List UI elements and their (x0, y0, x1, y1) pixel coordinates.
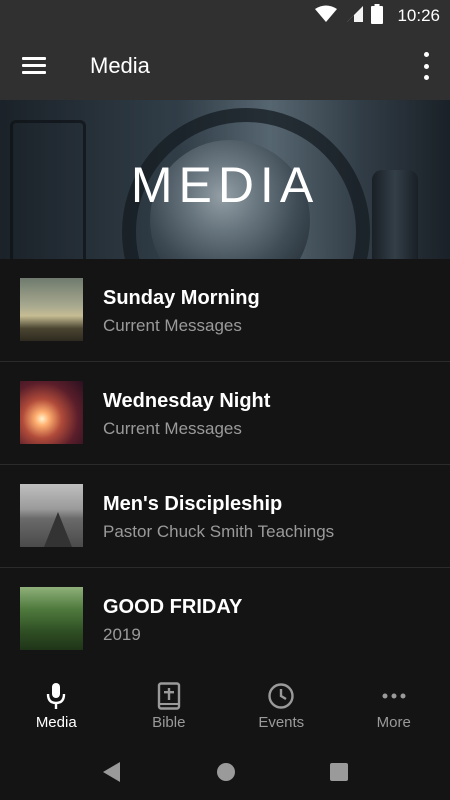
app-bar: Media (0, 32, 450, 100)
nav-item-events[interactable]: Events (225, 670, 338, 744)
nav-label: More (376, 714, 411, 731)
list-item-title: Sunday Morning (103, 287, 260, 309)
list-item[interactable]: Wednesday Night Current Messages (0, 362, 450, 465)
thumbnail-image (20, 278, 83, 341)
wifi-icon (315, 5, 338, 28)
microphone-icon (43, 682, 69, 715)
list-item-title: GOOD FRIDAY (103, 596, 243, 618)
bottom-navigation: Media Bible Events More (0, 670, 450, 744)
thumbnail-image (20, 484, 83, 547)
media-list: Sunday Morning Current Messages Wednesda… (0, 259, 450, 671)
recents-icon[interactable] (328, 760, 350, 789)
thumbnail-image (20, 381, 83, 444)
nav-item-bible[interactable]: Bible (113, 670, 226, 744)
back-icon[interactable] (100, 760, 122, 789)
nav-item-more[interactable]: More (338, 670, 450, 744)
cell-signal-icon (345, 5, 364, 28)
nav-label: Media (35, 714, 77, 731)
status-time: 10:26 (397, 6, 440, 25)
list-item[interactable]: Sunday Morning Current Messages (0, 259, 450, 362)
list-item-subtitle: Current Messages (103, 419, 242, 438)
home-icon[interactable] (215, 760, 237, 789)
nav-label: Bible (152, 714, 186, 731)
battery-icon (371, 3, 384, 29)
list-item-title: Wednesday Night (103, 390, 271, 412)
list-item-title: Men's Discipleship (103, 493, 283, 515)
hamburger-menu-icon[interactable] (22, 54, 48, 78)
nav-item-media[interactable]: Media (0, 670, 113, 744)
hero-banner: MEDIA (0, 100, 450, 259)
list-item[interactable]: GOOD FRIDAY 2019 (0, 568, 450, 671)
system-navigation-bar (0, 744, 450, 800)
list-item-subtitle: 2019 (103, 625, 141, 644)
list-item[interactable]: Men's Discipleship Pastor Chuck Smith Te… (0, 465, 450, 568)
status-bar: 10:26 (0, 0, 450, 32)
bible-icon (157, 682, 181, 715)
more-horiz-icon (380, 682, 408, 715)
hero-title: MEDIA (130, 157, 320, 213)
page-title: Media (90, 53, 150, 78)
list-item-subtitle: Current Messages (103, 316, 242, 335)
clock-icon (267, 682, 295, 715)
thumbnail-image (20, 587, 83, 650)
nav-label: Events (258, 714, 305, 731)
list-item-subtitle: Pastor Chuck Smith Teachings (103, 522, 335, 541)
more-vert-icon[interactable] (420, 52, 432, 80)
